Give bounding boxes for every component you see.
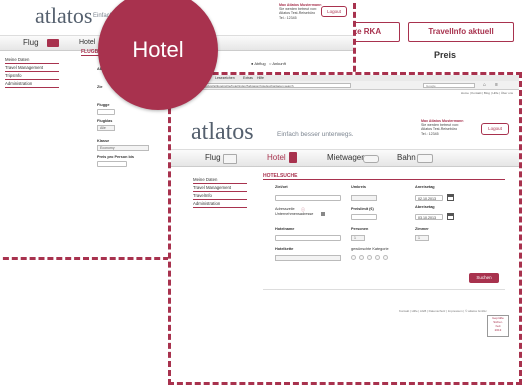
label-zimmer: Zimmer [415, 227, 429, 231]
train-icon [417, 154, 433, 163]
menu-hilfe[interactable]: Hilfe [257, 76, 264, 80]
label-umkreis: Umkreis [351, 185, 366, 189]
nav-bahn[interactable]: Bahn [397, 153, 416, 162]
search-button[interactable]: Suchen [469, 273, 499, 283]
back-flugklasse-select[interactable]: Alle [97, 125, 115, 131]
star-rating-option[interactable] [359, 255, 364, 260]
abreisetag-input[interactable]: 03.10.2013 [415, 214, 443, 220]
back-label-preis-pro-person: Preis pro Person bis [97, 155, 134, 159]
label-unternehmensadresse[interactable]: Unternehmensadresse [275, 212, 313, 216]
back-nav-hotel[interactable]: Hotel [79, 39, 95, 46]
section-title-hotelsuche: HOTELSUCHE [263, 173, 505, 180]
footer-links[interactable]: Kontakt | Hilfe | AGB | Datenschutz | Im… [399, 309, 486, 313]
sidebar-meine-daten[interactable]: Meine Daten [193, 177, 247, 184]
hotelkette-select[interactable] [275, 255, 341, 261]
star-rating-option[interactable] [375, 255, 380, 260]
back-user-line: Tel.: 12345 [279, 15, 297, 20]
label-hotelname: Hotelname [275, 227, 295, 231]
sidebar-administration[interactable]: Administration [193, 201, 247, 208]
back-sidebar-meine-daten[interactable]: Meine Daten [5, 57, 59, 64]
back-user-info: Max Atlatos Mustermann Sie werden betreu… [279, 3, 321, 20]
back-nav-flug[interactable]: Flug [23, 38, 39, 47]
back-sidebar-tripsinfo[interactable]: TripsInfo [5, 73, 59, 80]
sidebar-travel-management[interactable]: Travel Management [193, 185, 247, 192]
top-links[interactable]: Home | Kontakt | Blog | Hilfe | Über uns [461, 91, 513, 95]
back-sidebar-travel-management[interactable]: Travel Management [5, 65, 59, 72]
anreisetag-input[interactable]: 02.10.2013 [415, 195, 443, 201]
front-screenshot: Lesezeichen Extras Hilfe www.atlatos.de/… [168, 72, 522, 385]
seal-line: 2013 [494, 328, 502, 332]
building-icon [321, 212, 325, 216]
car-icon [363, 155, 379, 163]
back-sidebar-administration[interactable]: Administration [5, 81, 59, 88]
label-ziel: Ziel/ort [275, 185, 288, 189]
label-kategorie: gewünschte Kategorie [351, 247, 389, 251]
tab-travelinfo-aktuell[interactable]: TravelInfo aktuell [408, 22, 514, 42]
back-label-ziel: Zie [97, 85, 103, 89]
label-personen: Personen [351, 227, 369, 231]
back-logout-button[interactable]: Logout [321, 6, 347, 17]
calendar-icon[interactable] [447, 213, 454, 220]
back-klasse-select[interactable]: Economy [97, 145, 149, 151]
menu-lesezeichen[interactable]: Lesezeichen [215, 76, 235, 80]
back-radio-abflug-label: Abflug [254, 61, 266, 66]
security-seal: Geprüfte Sicher- heit 2013 [487, 315, 509, 337]
back-label-klasse: Klasse [97, 139, 110, 143]
personen-select[interactable]: 1 [351, 235, 365, 241]
menu-icon[interactable]: ≡ [495, 82, 498, 88]
browser-urlbar: www.atlatos.de/atlatos/ui2/atlfoget/writ… [171, 81, 519, 90]
label-anreisetag: Anreisetag [415, 185, 435, 189]
front-logout-button[interactable]: Logout [481, 123, 509, 135]
back-preis-input[interactable] [97, 161, 127, 167]
browser-search-input[interactable]: Google [423, 82, 475, 88]
nav-hotel[interactable]: Hotel [267, 153, 286, 162]
nav-mietwagen[interactable]: Mietwagen [327, 153, 366, 162]
form-divider [263, 289, 505, 290]
sidebar-travelinfo[interactable]: TravelInfo [193, 193, 247, 200]
back-fluggesellschaft-input[interactable] [97, 109, 115, 115]
calendar-icon[interactable] [447, 194, 454, 201]
back-label-fluggesellschaft: Flugge [97, 103, 110, 107]
front-logo: atlatos [191, 119, 254, 145]
back-label-flugklasse: Flugklas [97, 119, 113, 123]
plane-icon [223, 154, 237, 164]
star-rating-option[interactable] [383, 255, 388, 260]
label-preislimit: Preislimit (€) [351, 207, 374, 211]
back-radio-abflug[interactable]: ● Abflug [251, 61, 266, 66]
back-radio-ankunft-label: Ankunft [272, 61, 286, 66]
plane-icon [47, 39, 59, 47]
back-logo: atlatos [35, 3, 93, 28]
hotel-icon [289, 152, 297, 163]
front-tagline: Einfach besser unterwegs. [277, 131, 354, 138]
menu-extras[interactable]: Extras [243, 76, 253, 80]
zimmer-select[interactable]: 1 [415, 235, 429, 241]
front-user-line: Tel.: 12345 [421, 131, 439, 136]
label-adresszeile: Adresszeile [275, 207, 295, 211]
star-rating-option[interactable] [367, 255, 372, 260]
star-rating-option[interactable] [351, 255, 356, 260]
label-abreisetag: Abreisetag [415, 205, 435, 209]
hotelname-input[interactable] [275, 235, 341, 241]
back-radio-ankunft[interactable]: ○ Ankunft [269, 61, 286, 66]
front-navbar: Flug Hotel Mietwagen Bahn [171, 149, 519, 167]
umkreis-select[interactable] [351, 195, 377, 201]
label-hotelkette: Hotelkette [275, 247, 294, 251]
ziel-input[interactable] [275, 195, 341, 201]
preislimit-input[interactable] [351, 214, 377, 220]
nav-flug[interactable]: Flug [205, 153, 221, 162]
front-user-info: Max Atlatos Mustermann Sie werden betreu… [421, 119, 463, 136]
home-icon[interactable]: ⌂ [483, 82, 486, 88]
price-header: Preis [434, 50, 457, 60]
